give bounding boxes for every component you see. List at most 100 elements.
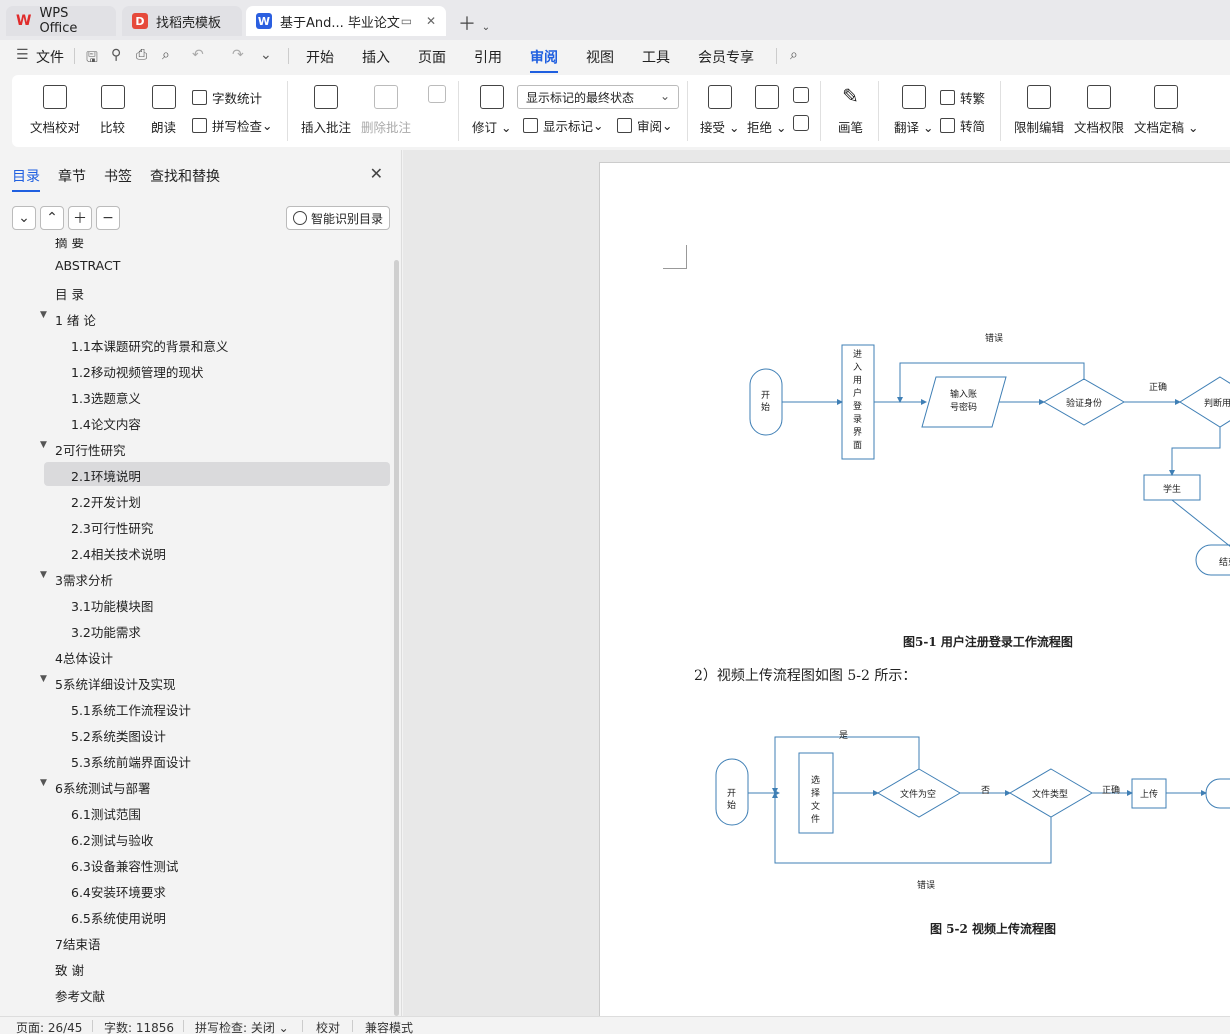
print-preview-icon[interactable]: ⌕ bbox=[162, 47, 170, 63]
accept-button[interactable]: 接受 ⌄ bbox=[700, 85, 739, 136]
expand-all-button[interactable]: ⌄ bbox=[12, 206, 36, 230]
spell-check-button[interactable]: 拼写检查 ⌄ bbox=[192, 116, 273, 135]
toc-item[interactable]: 2.1环境说明 bbox=[44, 462, 390, 486]
toc-item[interactable]: 致 谢 bbox=[44, 956, 390, 980]
tab-sections[interactable]: 章节 bbox=[58, 166, 86, 186]
review-pane-button[interactable]: 审阅 ⌄ bbox=[617, 116, 673, 135]
hamburger-menu-icon[interactable]: ☰ bbox=[16, 47, 29, 63]
toc-item[interactable]: 4总体设计 bbox=[44, 644, 390, 668]
insert-comment-button[interactable]: 插入批注 bbox=[301, 85, 351, 136]
word-count-indicator[interactable]: 字数: 11856 bbox=[104, 1019, 174, 1034]
to-simplified-button[interactable]: 转简 bbox=[940, 116, 985, 135]
search-icon[interactable]: ⌕ bbox=[790, 47, 798, 63]
show-markup-button[interactable]: 显示标记 ⌄ bbox=[523, 116, 604, 135]
share-icon[interactable]: ⚲ bbox=[111, 47, 121, 63]
close-tab-icon[interactable]: ✕ bbox=[426, 14, 436, 28]
toc-item[interactable]: 摘 要 bbox=[44, 238, 390, 252]
delete-comment-button[interactable]: 删除批注 bbox=[361, 85, 411, 136]
compare-button[interactable]: 比较 bbox=[100, 85, 125, 136]
tab-document[interactable]: W 基于And... 毕业论文 ▭ ✕ bbox=[246, 6, 446, 36]
toc-item[interactable]: 6.2测试与验收 bbox=[44, 826, 390, 850]
prev-change-button[interactable] bbox=[793, 87, 809, 111]
read-aloud-button[interactable]: 朗读 bbox=[151, 85, 176, 136]
print-icon[interactable]: ⎙ bbox=[136, 47, 147, 63]
toc-item[interactable]: 2.3可行性研究 bbox=[44, 514, 390, 538]
markup-state-dropdown[interactable]: 显示标记的最终状态 ⌄ bbox=[517, 85, 679, 109]
menu-tools[interactable]: 工具 bbox=[642, 47, 670, 67]
to-traditional-button[interactable]: 转繁 bbox=[940, 88, 985, 107]
menu-view[interactable]: 视图 bbox=[586, 47, 614, 67]
toc-item[interactable]: 2.4相关技术说明 bbox=[44, 540, 390, 564]
doc-permission-button[interactable]: 文档权限 bbox=[1074, 85, 1124, 136]
remove-heading-button[interactable]: − bbox=[96, 206, 120, 230]
proof-status[interactable]: 校对 bbox=[316, 1019, 340, 1034]
expand-toggle-icon[interactable]: ▼ bbox=[40, 440, 47, 450]
chevron-down-icon[interactable]: ⌄ bbox=[482, 22, 490, 33]
toc-item[interactable]: ▼ 2可行性研究 bbox=[40, 436, 390, 460]
menu-insert[interactable]: 插入 bbox=[362, 47, 390, 67]
toc-item[interactable]: 参考文献 bbox=[44, 982, 390, 1006]
expand-toggle-icon[interactable]: ▼ bbox=[40, 674, 47, 684]
toc-item[interactable]: 5.3系统前端界面设计 bbox=[44, 748, 390, 772]
toc-item[interactable]: 1.3选题意义 bbox=[44, 384, 390, 408]
pen-button[interactable]: ✎ 画笔 bbox=[838, 85, 863, 136]
restore-icon[interactable]: ▭ bbox=[401, 14, 412, 28]
toc-item[interactable]: ▼ 6系统测试与部署 bbox=[40, 774, 390, 798]
expand-toggle-icon[interactable]: ▼ bbox=[40, 310, 47, 320]
undo-icon[interactable]: ↶ bbox=[192, 47, 204, 63]
revise-button[interactable]: 修订 ⌄ bbox=[472, 85, 511, 136]
tab-wps-office[interactable]: W WPS Office bbox=[6, 6, 116, 36]
toc-item[interactable]: ▼ 1 绪 论 bbox=[40, 306, 390, 330]
toc-item[interactable]: 1.1本课题研究的背景和意义 bbox=[44, 332, 390, 356]
expand-toggle-icon[interactable]: ▼ bbox=[40, 778, 47, 788]
tab-docer-templates[interactable]: D 找稻壳模板 bbox=[122, 6, 242, 36]
toc-item[interactable]: ▼ 5系统详细设计及实现 bbox=[40, 670, 390, 694]
toc-item[interactable]: 目 录 bbox=[44, 280, 390, 304]
menu-references[interactable]: 引用 bbox=[474, 47, 502, 67]
spell-check-status[interactable]: 拼写检查: 关闭 ⌄ bbox=[195, 1019, 289, 1034]
sidebar-scrollbar[interactable] bbox=[394, 260, 399, 1016]
doc-check-button[interactable]: 文档校对 bbox=[30, 85, 80, 136]
doc-finalize-button[interactable]: 文档定稿 ⌄ bbox=[1134, 85, 1198, 136]
navigation-pane: 目录 章节 书签 查找和替换 ✕ ⌄ ⌃ ＋ − 智能识别目录 摘 要 ABSTR… bbox=[0, 150, 402, 1016]
expand-toggle-icon[interactable]: ▼ bbox=[40, 570, 47, 580]
word-count-button[interactable]: 字数统计 bbox=[192, 88, 262, 107]
toc-item[interactable]: 7结束语 bbox=[44, 930, 390, 954]
smart-toc-button[interactable]: 智能识别目录 bbox=[286, 206, 390, 230]
toc-item[interactable]: 2.2开发计划 bbox=[44, 488, 390, 512]
toc-item[interactable]: 3.2功能需求 bbox=[44, 618, 390, 642]
tab-bookmarks[interactable]: 书签 bbox=[104, 166, 132, 186]
toc-item[interactable]: ▼ 3需求分析 bbox=[40, 566, 390, 590]
menu-membership[interactable]: 会员专享 bbox=[698, 47, 754, 67]
toc-item[interactable]: 5.2系统类图设计 bbox=[44, 722, 390, 746]
translate-icon bbox=[901, 85, 926, 109]
translate-button[interactable]: 翻译 ⌄ bbox=[894, 85, 933, 136]
redo-icon[interactable]: ↷ bbox=[232, 47, 244, 63]
toc-item[interactable]: 5.1系统工作流程设计 bbox=[44, 696, 390, 720]
toc-item[interactable]: 6.4安装环境要求 bbox=[44, 878, 390, 902]
close-icon[interactable]: ✕ bbox=[370, 164, 383, 183]
toc-item[interactable]: 6.1测试范围 bbox=[44, 800, 390, 824]
collapse-all-button[interactable]: ⌃ bbox=[40, 206, 64, 230]
menu-review[interactable]: 审阅 bbox=[530, 47, 558, 73]
menu-home[interactable]: 开始 bbox=[306, 47, 334, 67]
next-change-button[interactable] bbox=[793, 115, 809, 139]
toc-item[interactable]: ABSTRACT bbox=[44, 254, 390, 278]
restrict-edit-button[interactable]: 限制编辑 bbox=[1014, 85, 1064, 136]
toc-item[interactable]: 6.3设备兼容性测试 bbox=[44, 852, 390, 876]
prev-comment-button[interactable] bbox=[428, 85, 446, 111]
page-indicator[interactable]: 页面: 26/45 bbox=[16, 1019, 82, 1034]
save-icon[interactable]: 🖫 bbox=[86, 47, 98, 71]
tab-toc[interactable]: 目录 bbox=[12, 166, 40, 192]
toc-item[interactable]: 3.1功能模块图 bbox=[44, 592, 390, 616]
new-tab-button[interactable]: ＋ ⌄ bbox=[458, 10, 490, 36]
add-heading-button[interactable]: ＋ bbox=[68, 206, 92, 230]
tab-find-replace[interactable]: 查找和替换 bbox=[150, 166, 220, 186]
toc-item[interactable]: 6.5系统使用说明 bbox=[44, 904, 390, 928]
reject-button[interactable]: 拒绝 ⌄ bbox=[747, 85, 786, 136]
more-chevron-icon[interactable]: ⌄ bbox=[260, 47, 272, 63]
toc-item[interactable]: 1.2移动视频管理的现状 bbox=[44, 358, 390, 382]
menu-page[interactable]: 页面 bbox=[418, 47, 446, 67]
file-menu[interactable]: 文件 bbox=[36, 47, 64, 67]
toc-item[interactable]: 1.4论文内容 bbox=[44, 410, 390, 434]
